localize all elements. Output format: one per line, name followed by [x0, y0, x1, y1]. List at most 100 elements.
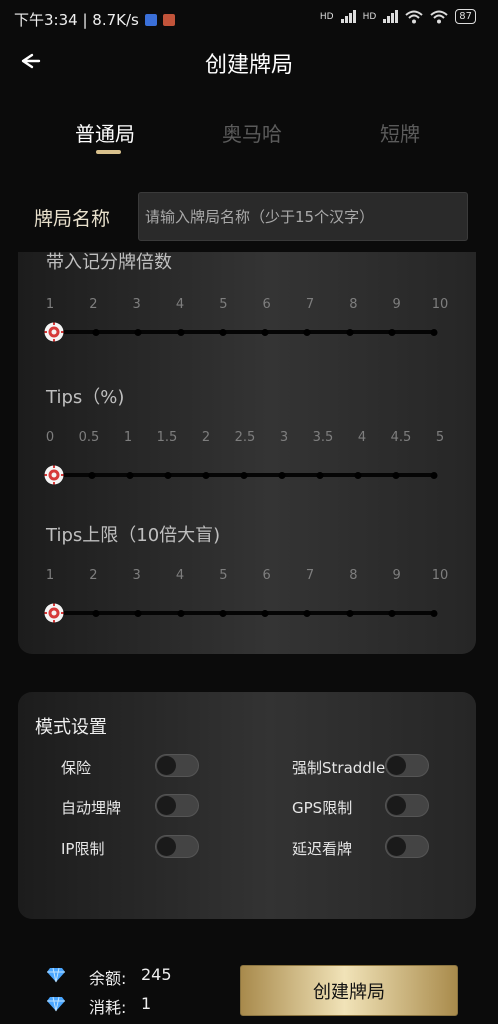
- tick-label: 7: [305, 297, 315, 312]
- tick-label: 3: [132, 297, 141, 312]
- tick-label: 6: [262, 568, 271, 583]
- slider-title: Tips（%): [46, 387, 125, 408]
- insurance-toggle[interactable]: [155, 754, 199, 777]
- slider-step-dot: [177, 609, 185, 617]
- slider-step-dot: [261, 609, 269, 617]
- wifi-icon: [430, 10, 448, 23]
- option-gps-label: GPS限制: [292, 799, 353, 817]
- option-delay-label: 延迟看牌: [292, 840, 353, 858]
- tick-label: 10: [431, 297, 449, 312]
- slider-step-dot: [392, 471, 400, 479]
- battery-indicator: 87: [455, 9, 476, 24]
- tick-label: 1: [45, 297, 55, 312]
- straddle-toggle[interactable]: [385, 754, 429, 777]
- slider-step-dot: [430, 328, 438, 336]
- tick-label: 2.5: [234, 430, 256, 445]
- tick-label: 9: [392, 297, 401, 312]
- slider-step-dot: [92, 328, 100, 336]
- wifi-icon: [405, 10, 423, 23]
- slider-step-dot: [92, 609, 100, 617]
- tick-label: 4: [175, 297, 185, 312]
- tips-cap-slider[interactable]: [44, 603, 438, 623]
- signal-icon: [383, 10, 399, 23]
- slider-step-dot: [219, 609, 227, 617]
- tab-short-deck[interactable]: 短牌: [380, 118, 420, 147]
- tick-label: 9: [392, 568, 401, 583]
- tick-label: 6: [262, 297, 271, 312]
- slider-step-dot: [430, 471, 438, 479]
- hd-label: HD: [362, 11, 377, 22]
- status-bar: 下午3:34 | 8.7K/s HD HD 87: [0, 0, 498, 38]
- option-insurance-label: 保险: [61, 759, 92, 777]
- notification-icon: [144, 13, 157, 26]
- slider-settings-panel: 带入记分牌倍数 1 2 3 4 5 6 7 8 9 10 Tips（%) 0 0.5 1 1.5 2 2.5…: [18, 252, 476, 654]
- active-tab-indicator: [96, 150, 121, 154]
- tick-label: 5: [219, 568, 228, 583]
- slider-step-dot: [134, 328, 142, 336]
- tick-label: 1.5: [156, 430, 178, 445]
- tick-label: 1: [123, 430, 133, 445]
- toggle-knob: [157, 796, 176, 815]
- slider-step-dot: [164, 471, 172, 479]
- option-ip-label: IP限制: [61, 840, 105, 858]
- slider-step-dot: [388, 328, 396, 336]
- signal-icon: [340, 10, 356, 23]
- ip-toggle[interactable]: [155, 835, 199, 858]
- option-auto-muck-label: 自动埋牌: [61, 799, 122, 817]
- tick-label: 7: [305, 568, 315, 583]
- slider-step-dot: [303, 328, 311, 336]
- cost-value: 1: [141, 994, 152, 1013]
- tick-label: 0.5: [78, 430, 100, 445]
- create-table-button[interactable]: 创建牌局: [240, 965, 458, 1016]
- poker-chip-icon[interactable]: [44, 322, 64, 342]
- toggle-knob: [387, 796, 406, 815]
- buy-in-multiplier-slider[interactable]: [44, 322, 438, 342]
- slider-step-dot: [134, 609, 142, 617]
- tab-omaha[interactable]: 奥马哈: [222, 118, 282, 147]
- tick-label: 2: [89, 568, 98, 583]
- slider-step-dot: [126, 471, 134, 479]
- slider-step-dot: [202, 471, 210, 479]
- tab-regular[interactable]: 普通局: [75, 118, 135, 147]
- slider-title: 带入记分牌倍数: [46, 252, 172, 273]
- cost-label: 消耗:: [89, 998, 127, 1017]
- tick-label: 3.5: [312, 430, 334, 445]
- delay-toggle[interactable]: [385, 835, 429, 858]
- tick-labels: 1 2 3 4 5 6 7 8 9 10: [46, 568, 448, 584]
- slider-step-dot: [316, 471, 324, 479]
- tab-bar: 普通局 奥马哈 短牌: [0, 112, 498, 162]
- status-time-speed: 下午3:34 | 8.7K/s: [14, 11, 139, 29]
- diamond-icon: [47, 967, 65, 983]
- slider-step-dot: [303, 609, 311, 617]
- tick-label: 4.5: [390, 430, 412, 445]
- balance-label: 余额:: [89, 969, 127, 988]
- slider-step-dot: [354, 471, 362, 479]
- slider-step-dot: [219, 328, 227, 336]
- diamond-icon: [47, 996, 65, 1012]
- slider-title: Tips上限（10倍大盲): [46, 525, 221, 546]
- notification-icon: [162, 13, 175, 26]
- slider-step-dot: [88, 471, 96, 479]
- slider-step-dot: [177, 328, 185, 336]
- tick-label: 4: [175, 568, 185, 583]
- tick-label: 8: [349, 297, 358, 312]
- tips-percent-slider[interactable]: [44, 465, 438, 485]
- toggle-knob: [387, 837, 406, 856]
- tick-label: 0: [45, 430, 55, 445]
- auto-muck-toggle[interactable]: [155, 794, 199, 817]
- gps-toggle[interactable]: [385, 794, 429, 817]
- balance-value: 245: [141, 965, 172, 984]
- hd-label: HD: [319, 11, 334, 22]
- tick-label: 1: [45, 568, 55, 583]
- option-straddle-label: 强制Straddle: [292, 759, 386, 777]
- mode-settings-title: 模式设置: [35, 717, 107, 738]
- poker-chip-icon[interactable]: [44, 603, 64, 623]
- toggle-knob: [157, 837, 176, 856]
- toggle-knob: [157, 756, 176, 775]
- tick-labels: 0 0.5 1 1.5 2 2.5 3 3.5 4 4.5 5: [46, 430, 444, 446]
- tick-label: 5: [435, 430, 445, 445]
- tick-label: 5: [219, 297, 228, 312]
- tick-labels: 1 2 3 4 5 6 7 8 9 10: [46, 297, 448, 313]
- table-name-input[interactable]: [138, 192, 468, 241]
- poker-chip-icon[interactable]: [44, 465, 64, 485]
